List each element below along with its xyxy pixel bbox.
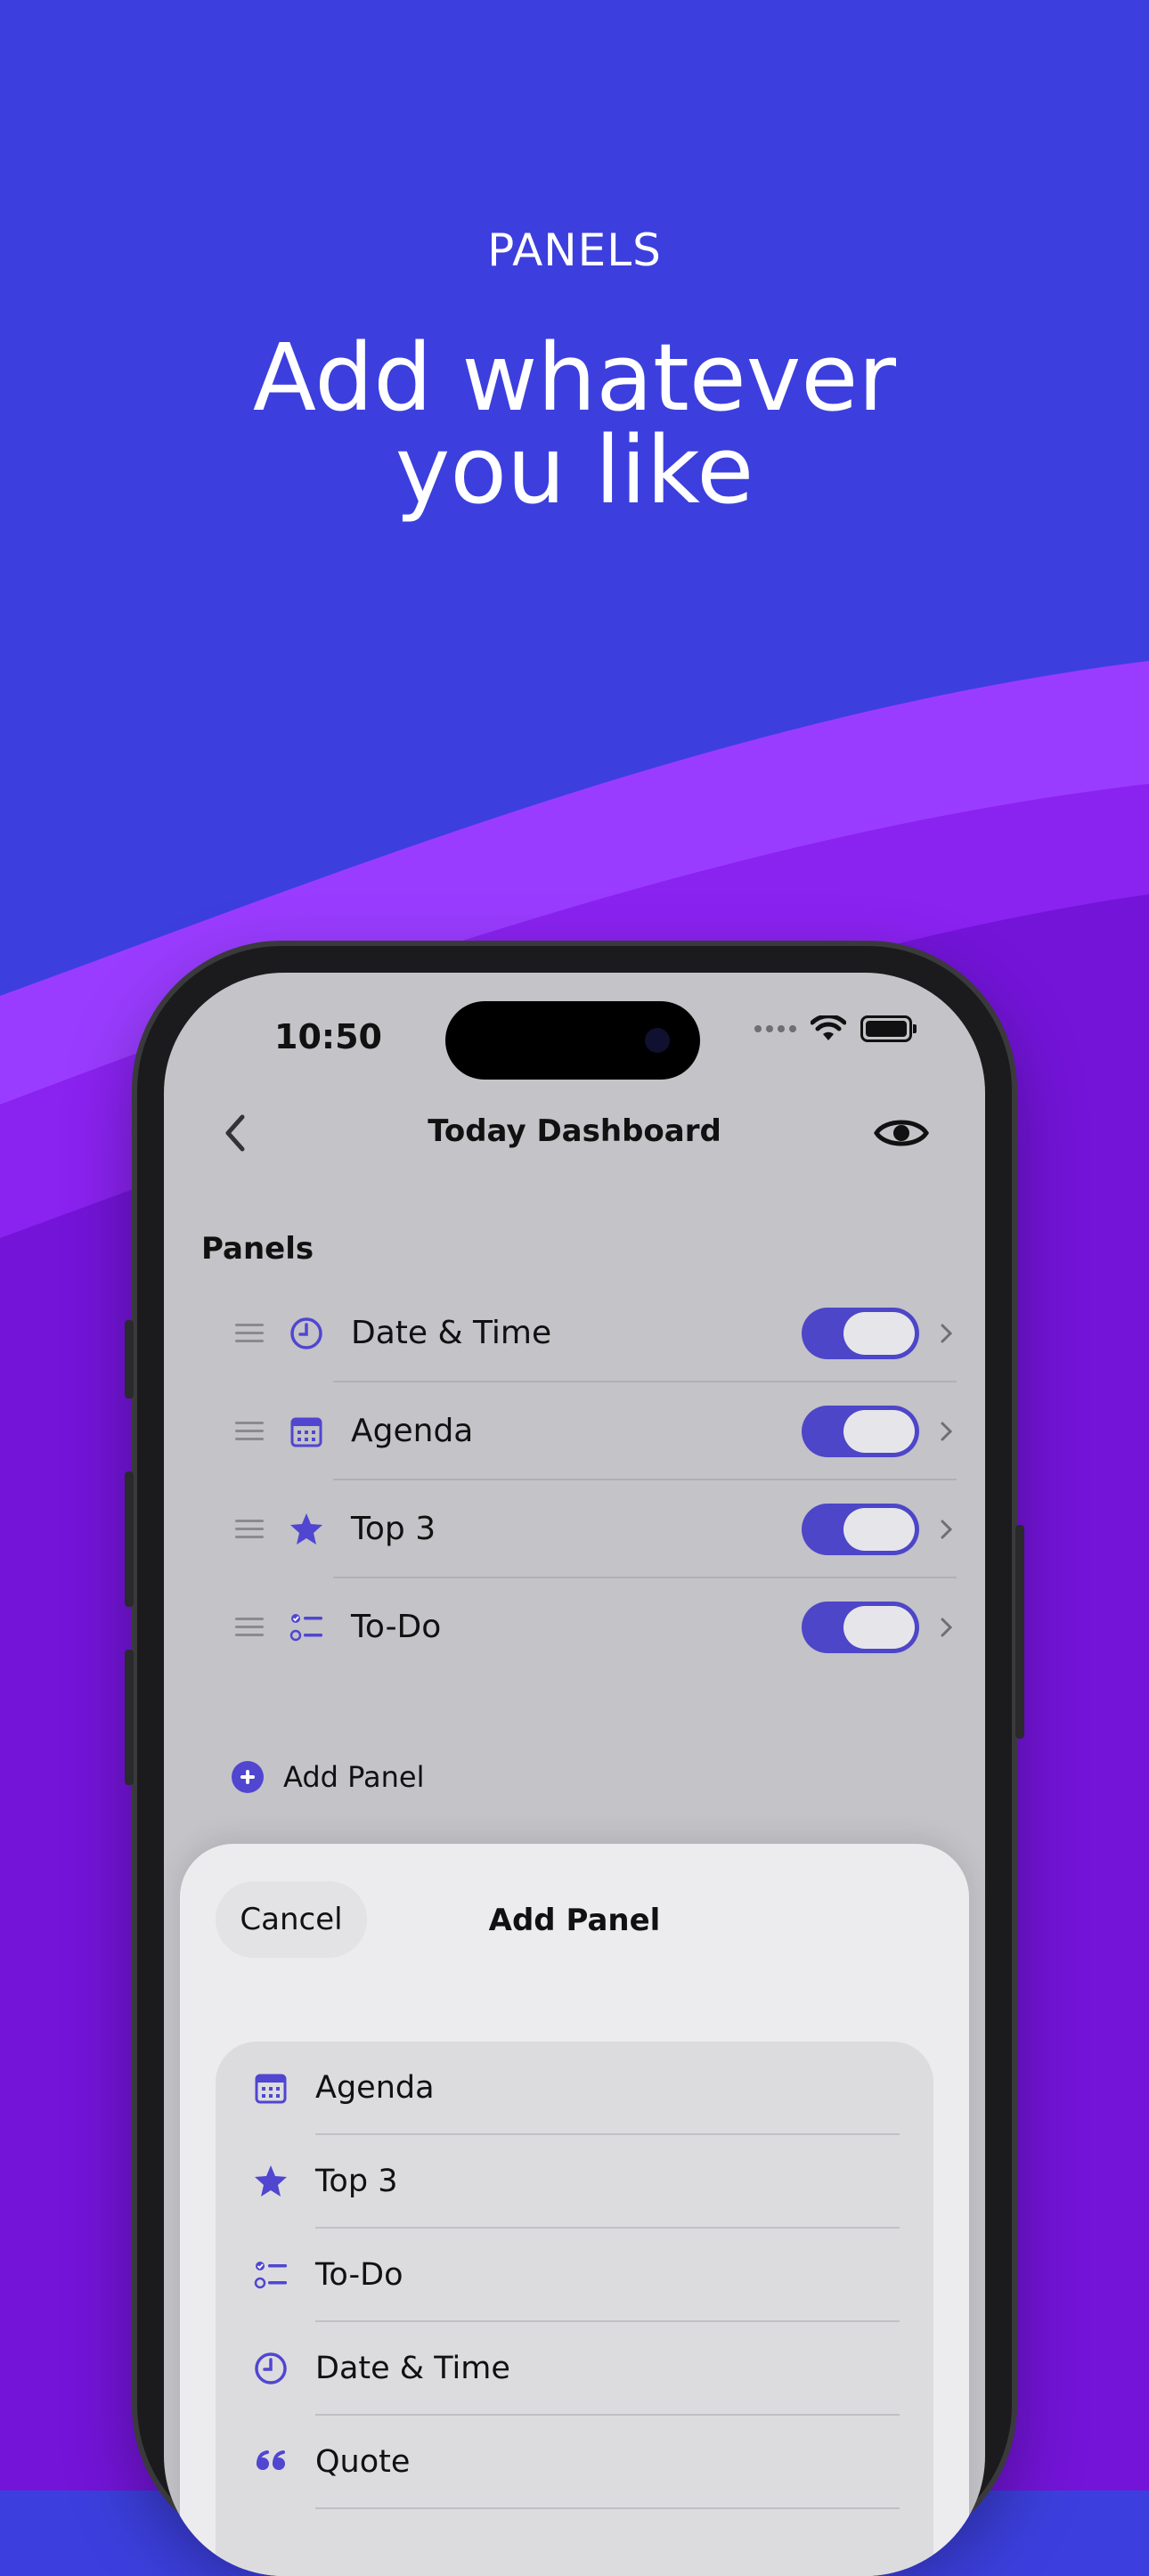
quote-icon — [257, 2450, 285, 2470]
calendar-icon — [290, 1417, 322, 1447]
option-label: Quote — [315, 2444, 411, 2480]
add-panel-button[interactable]: Add Panel — [232, 1760, 424, 1794]
option-label: Date & Time — [315, 2351, 510, 2386]
panel-label: Agenda — [351, 1413, 474, 1449]
volume-up-button — [125, 1471, 134, 1607]
panel-options-list: Agenda Top 3 To-Do Date & Time Quote — [216, 2042, 933, 2576]
dynamic-island — [445, 1001, 700, 1080]
hero-title-line-1: Add whatever — [252, 323, 897, 432]
cellular-signal-icon — [754, 1025, 796, 1032]
checklist-icon — [289, 1614, 322, 1642]
nav-title: Today Dashboard — [428, 1113, 721, 1149]
chevron-right-icon[interactable] — [939, 1416, 955, 1447]
panel-toggle[interactable] — [802, 1308, 919, 1359]
action-button — [125, 1320, 134, 1398]
battery-icon — [860, 1015, 917, 1042]
panel-label: Date & Time — [351, 1315, 552, 1351]
panel-label: To-Do — [351, 1609, 442, 1645]
clock-icon — [255, 2352, 287, 2384]
clock-icon — [290, 1317, 322, 1349]
hero-title-line-2: you like — [395, 416, 754, 525]
chevron-right-icon[interactable] — [939, 1514, 955, 1545]
drag-handle-icon[interactable] — [235, 1324, 264, 1348]
status-indicators — [754, 1015, 917, 1042]
panel-label: Top 3 — [351, 1511, 436, 1547]
drag-handle-icon[interactable] — [235, 1618, 264, 1642]
option-date-time[interactable]: Date & Time — [216, 2322, 933, 2416]
panel-list: Date & Time Agenda Top 3 To-Do — [201, 1284, 957, 1676]
add-panel-label: Add Panel — [283, 1760, 425, 1794]
option-label: To-Do — [315, 2257, 403, 2293]
star-icon — [290, 1513, 322, 1545]
side-button — [1015, 1525, 1024, 1739]
checklist-icon — [254, 2262, 287, 2289]
phone-frame: 10:50 Today Dashboard Panels Date & Time… — [125, 946, 1024, 2576]
hero-eyebrow: PANELS — [487, 224, 662, 276]
eye-icon[interactable] — [873, 1113, 930, 1153]
drag-handle-icon[interactable] — [235, 1520, 264, 1544]
option-top-3[interactable]: Top 3 — [216, 2135, 933, 2229]
hero-title: Add whatever you like — [0, 331, 1149, 517]
panels-section-label: Panels — [201, 1231, 314, 1267]
panel-row-agenda[interactable]: Agenda — [201, 1382, 957, 1480]
chevron-right-icon[interactable] — [939, 1318, 955, 1349]
star-icon — [255, 2165, 287, 2197]
sheet-title: Add Panel — [488, 1903, 661, 1938]
panel-row-top-3[interactable]: Top 3 — [201, 1480, 957, 1578]
drag-handle-icon[interactable] — [235, 1422, 264, 1446]
panel-row-to-do[interactable]: To-Do — [201, 1578, 953, 1676]
volume-down-button — [125, 1650, 134, 1785]
panel-toggle[interactable] — [802, 1504, 919, 1555]
chevron-right-icon[interactable] — [939, 1612, 955, 1643]
option-agenda[interactable]: Agenda — [216, 2042, 933, 2135]
wifi-icon — [811, 1015, 846, 1040]
plus-circle-icon — [232, 1761, 264, 1793]
option-quote[interactable]: Quote — [216, 2416, 933, 2509]
panel-row-date-time[interactable]: Date & Time — [201, 1284, 957, 1382]
status-time: 10:50 — [274, 1017, 382, 1056]
option-label: Top 3 — [315, 2164, 398, 2199]
option-to-do[interactable]: To-Do — [216, 2229, 933, 2322]
panel-toggle[interactable] — [802, 1406, 919, 1457]
panel-toggle[interactable] — [802, 1602, 919, 1653]
option-label: Agenda — [315, 2070, 435, 2106]
add-panel-sheet: Cancel Add Panel Agenda Top 3 To-Do Date… — [180, 1844, 969, 2576]
calendar-icon — [255, 2074, 287, 2104]
phone-screen: 10:50 Today Dashboard Panels Date & Time… — [164, 973, 985, 2576]
